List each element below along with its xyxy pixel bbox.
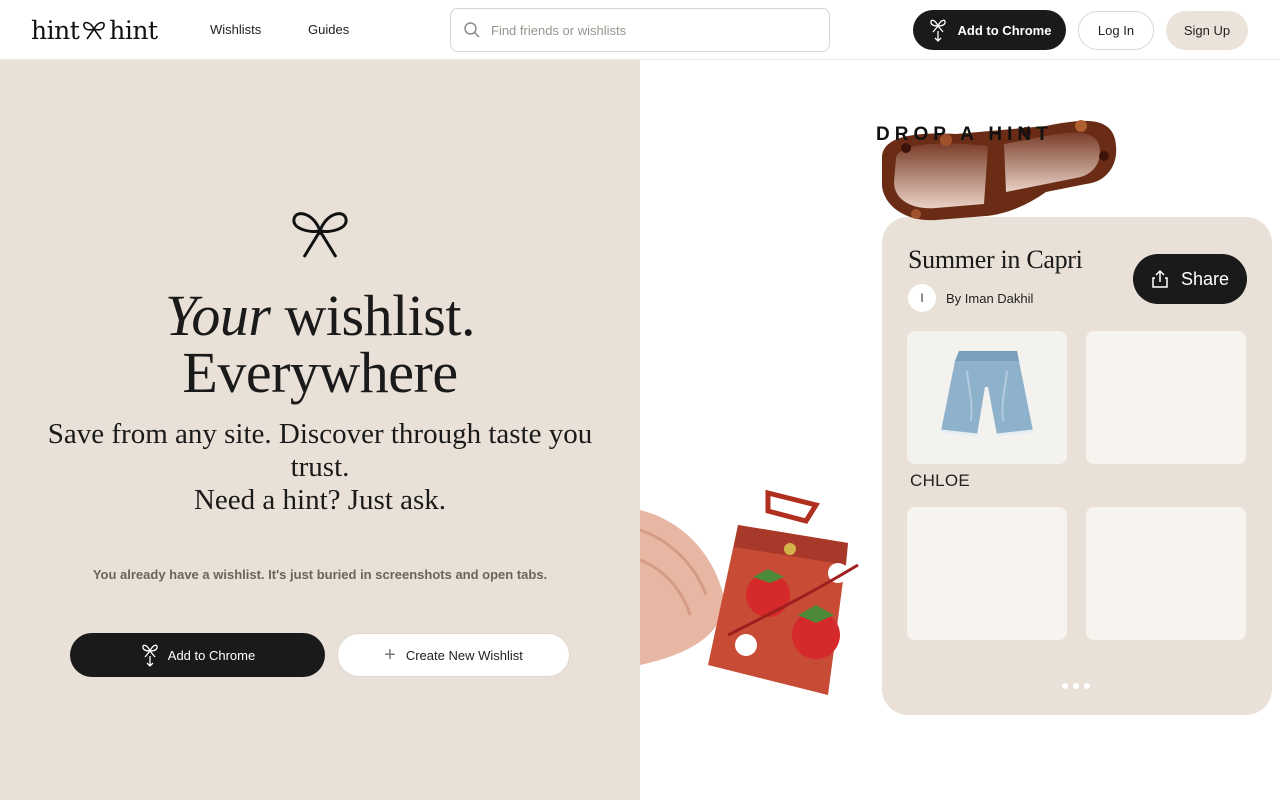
bow-icon: [292, 212, 348, 258]
wishlist-card[interactable]: Summer in Capri I By Iman Dakhil Share C…: [882, 217, 1272, 715]
carousel-dot[interactable]: [1073, 683, 1079, 689]
logo-text-left: hint: [31, 15, 80, 45]
login-button[interactable]: Log In: [1078, 11, 1154, 50]
share-icon: [1152, 269, 1168, 288]
showcase-panel: DROP A HINT Summer in Capri I By Iman Da…: [640, 60, 1280, 800]
share-label: Share: [1180, 268, 1230, 289]
hero-subtitle-line1: Save from any site. Discover through tas…: [47, 418, 593, 483]
hero-add-to-chrome-label: Add to Chrome: [167, 647, 256, 663]
search-input[interactable]: [491, 22, 791, 38]
hint-hint-logo[interactable]: hint hint: [31, 14, 158, 46]
signup-button[interactable]: Sign Up: [1166, 11, 1248, 50]
bow-download-icon: [142, 644, 158, 667]
nav-wishlists[interactable]: Wishlists: [210, 22, 261, 37]
hero-title-rest: wishlist.: [284, 283, 476, 348]
sunglasses-image: [882, 120, 1117, 221]
avatar: I: [908, 284, 936, 312]
plus-icon: +: [384, 644, 396, 666]
nav-guides[interactable]: Guides: [308, 22, 349, 37]
hero-subtitle: Save from any site. Discover through tas…: [30, 418, 610, 517]
hero-panel: Your wishlist. Everywhere Save from any …: [0, 60, 640, 800]
wishlist-author: I By Iman Dakhil: [908, 284, 1033, 312]
wishlist-item-tile[interactable]: [1086, 507, 1246, 640]
hero-add-to-chrome-button[interactable]: Add to Chrome: [70, 633, 325, 677]
search-bar[interactable]: [450, 8, 830, 52]
strawberry-bag-image: [708, 489, 859, 695]
bow-download-icon: [929, 19, 946, 42]
bow-icon: [83, 21, 106, 40]
wishlist-item-tile[interactable]: [907, 507, 1067, 640]
denim-shorts-image: [940, 351, 1034, 437]
add-to-chrome-label: Add to Chrome: [957, 22, 1052, 38]
carousel-dot[interactable]: [1062, 683, 1068, 689]
search-icon: [464, 22, 480, 38]
wishlist-item-tile[interactable]: [907, 331, 1067, 464]
hero-subtitle-line2: Need a hint? Just ask.: [193, 484, 447, 516]
item-brand-label: CHLOE: [910, 471, 971, 490]
logo-text-right: hint: [109, 15, 158, 45]
hero-title-line2: Everywhere: [182, 340, 458, 405]
share-button[interactable]: Share: [1133, 254, 1247, 304]
author-name: By Iman Dakhil: [946, 290, 1034, 306]
create-wishlist-label: Create New Wishlist: [405, 647, 523, 663]
hero-title-italic: Your: [164, 283, 271, 348]
hero-note: You already have a wishlist. It's just b…: [92, 567, 548, 582]
carousel-dot[interactable]: [1084, 683, 1090, 689]
add-to-chrome-button[interactable]: Add to Chrome: [913, 10, 1066, 50]
wishlist-item-tile[interactable]: [1086, 331, 1246, 464]
create-wishlist-button[interactable]: + Create New Wishlist: [337, 633, 570, 677]
hero-title: Your wishlist. Everywhere: [0, 287, 640, 402]
carousel-dots[interactable]: [1062, 683, 1090, 689]
header: hint hint Wishlists Guides Add to Chrome…: [0, 0, 1280, 60]
drop-a-hint-tagline: DROP A HINT: [876, 124, 1053, 145]
wishlist-title: Summer in Capri: [908, 245, 1083, 274]
